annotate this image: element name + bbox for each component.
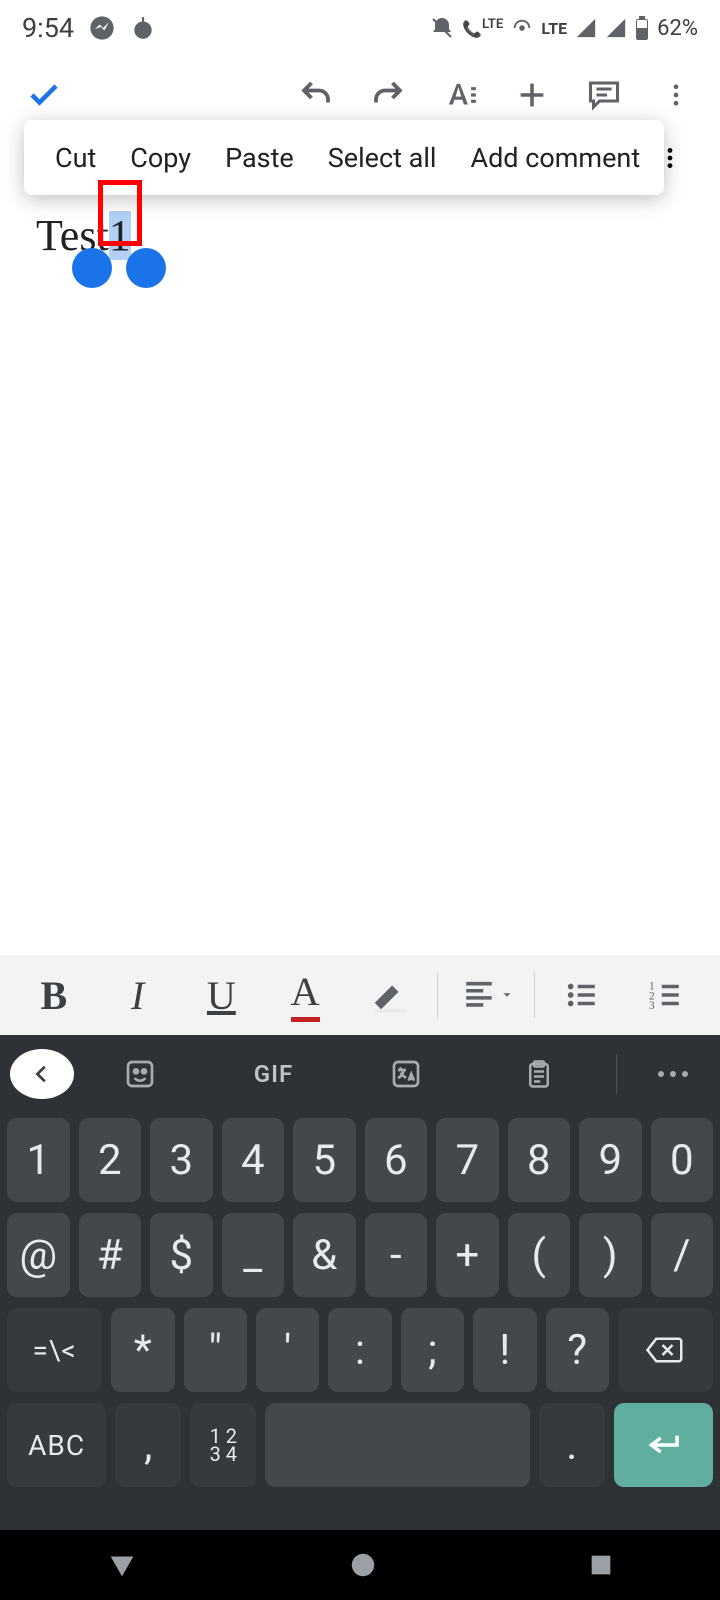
status-bar: 9:54 📞LTE LTE 62% [0, 0, 720, 56]
document-canvas[interactable]: Test1 [0, 194, 720, 277]
context-more-button[interactable] [657, 145, 683, 171]
key-dquote[interactable]: " [184, 1308, 247, 1392]
dnd-icon [430, 16, 454, 40]
key-question[interactable]: ? [546, 1308, 609, 1392]
key-dash[interactable]: - [365, 1213, 428, 1297]
key-amp[interactable]: & [293, 1213, 356, 1297]
context-select-all[interactable]: Select all [311, 142, 454, 174]
key-plus[interactable]: + [436, 1213, 499, 1297]
battery-icon [635, 16, 649, 40]
key-7[interactable]: 7 [436, 1118, 499, 1202]
key-lparen[interactable]: ( [508, 1213, 571, 1297]
context-add-comment[interactable]: Add comment [453, 142, 657, 174]
context-cut[interactable]: Cut [38, 142, 113, 174]
key-rparen[interactable]: ) [579, 1213, 642, 1297]
divider [616, 1054, 617, 1094]
system-nav-bar [0, 1530, 720, 1600]
wifi-calling-icon: 📞LTE [462, 17, 503, 38]
key-star[interactable]: * [111, 1308, 174, 1392]
nav-back-icon[interactable] [105, 1548, 139, 1582]
key-semicolon[interactable]: ; [401, 1308, 464, 1392]
key-bang[interactable]: ! [473, 1308, 536, 1392]
text-color-button[interactable]: A [263, 955, 347, 1035]
divider [534, 972, 535, 1018]
soft-keyboard: GIF 1 2 3 4 5 6 7 8 9 0 @ # $ _ & [0, 1035, 720, 1530]
selection-handle-start[interactable] [72, 248, 112, 288]
network-type-label: LTE [541, 19, 567, 38]
nav-home-icon[interactable] [348, 1550, 378, 1580]
app-notification-icon [130, 15, 156, 41]
clipboard-icon[interactable] [473, 1058, 606, 1090]
underline-button[interactable]: U [180, 955, 264, 1035]
key-abc[interactable]: ABC [7, 1403, 106, 1487]
numbered-list-button[interactable]: 123 [624, 955, 708, 1035]
nav-recent-icon[interactable] [587, 1551, 615, 1579]
signal-icon-2 [605, 17, 627, 39]
messenger-icon [88, 14, 116, 42]
key-hash[interactable]: # [79, 1213, 142, 1297]
key-4[interactable]: 4 [222, 1118, 285, 1202]
highlight-button[interactable] [347, 955, 431, 1035]
key-dollar[interactable]: $ [150, 1213, 213, 1297]
key-1[interactable]: 1 [7, 1118, 70, 1202]
key-squote[interactable]: ' [256, 1308, 319, 1392]
key-8[interactable]: 8 [508, 1118, 571, 1202]
key-period[interactable]: . [539, 1403, 605, 1487]
context-paste[interactable]: Paste [208, 142, 311, 174]
align-button[interactable] [444, 955, 528, 1035]
battery-percent: 62% [657, 16, 698, 41]
key-5[interactable]: 5 [293, 1118, 356, 1202]
format-toolbar: B I U A 123 [0, 955, 720, 1035]
key-6[interactable]: 6 [365, 1118, 428, 1202]
svg-text:3: 3 [649, 1000, 655, 1012]
keyboard-more-icon[interactable] [627, 1070, 720, 1078]
key-comma[interactable]: , [115, 1403, 181, 1487]
sticker-icon[interactable] [74, 1058, 207, 1090]
key-underscore[interactable]: _ [222, 1213, 285, 1297]
key-backspace[interactable] [618, 1308, 713, 1392]
key-space[interactable] [265, 1403, 529, 1487]
status-time: 9:54 [22, 12, 74, 44]
key-at[interactable]: @ [7, 1213, 70, 1297]
divider [437, 972, 438, 1018]
key-2[interactable]: 2 [79, 1118, 142, 1202]
key-0[interactable]: 0 [651, 1118, 714, 1202]
italic-button[interactable]: I [96, 955, 180, 1035]
key-9[interactable]: 9 [579, 1118, 642, 1202]
keyboard-suggestion-row: GIF [0, 1035, 720, 1113]
key-enter[interactable] [614, 1403, 713, 1487]
key-symbols-shift[interactable]: =\< [7, 1308, 102, 1392]
key-3[interactable]: 3 [150, 1118, 213, 1202]
gif-button[interactable]: GIF [207, 1060, 340, 1088]
hotspot-icon [511, 17, 533, 39]
bold-button[interactable]: B [12, 955, 96, 1035]
context-copy[interactable]: Copy [113, 142, 208, 174]
key-colon[interactable]: : [328, 1308, 391, 1392]
signal-icon [575, 17, 597, 39]
context-menu: Cut Copy Paste Select all Add comment [24, 120, 664, 195]
translate-icon[interactable] [340, 1058, 473, 1090]
keyboard-collapse-button[interactable] [10, 1049, 74, 1099]
bullet-list-button[interactable] [541, 955, 625, 1035]
key-numpad[interactable]: 1 23 4 [190, 1403, 256, 1487]
key-slash[interactable]: / [651, 1213, 714, 1297]
selection-handle-end[interactable] [126, 248, 166, 288]
